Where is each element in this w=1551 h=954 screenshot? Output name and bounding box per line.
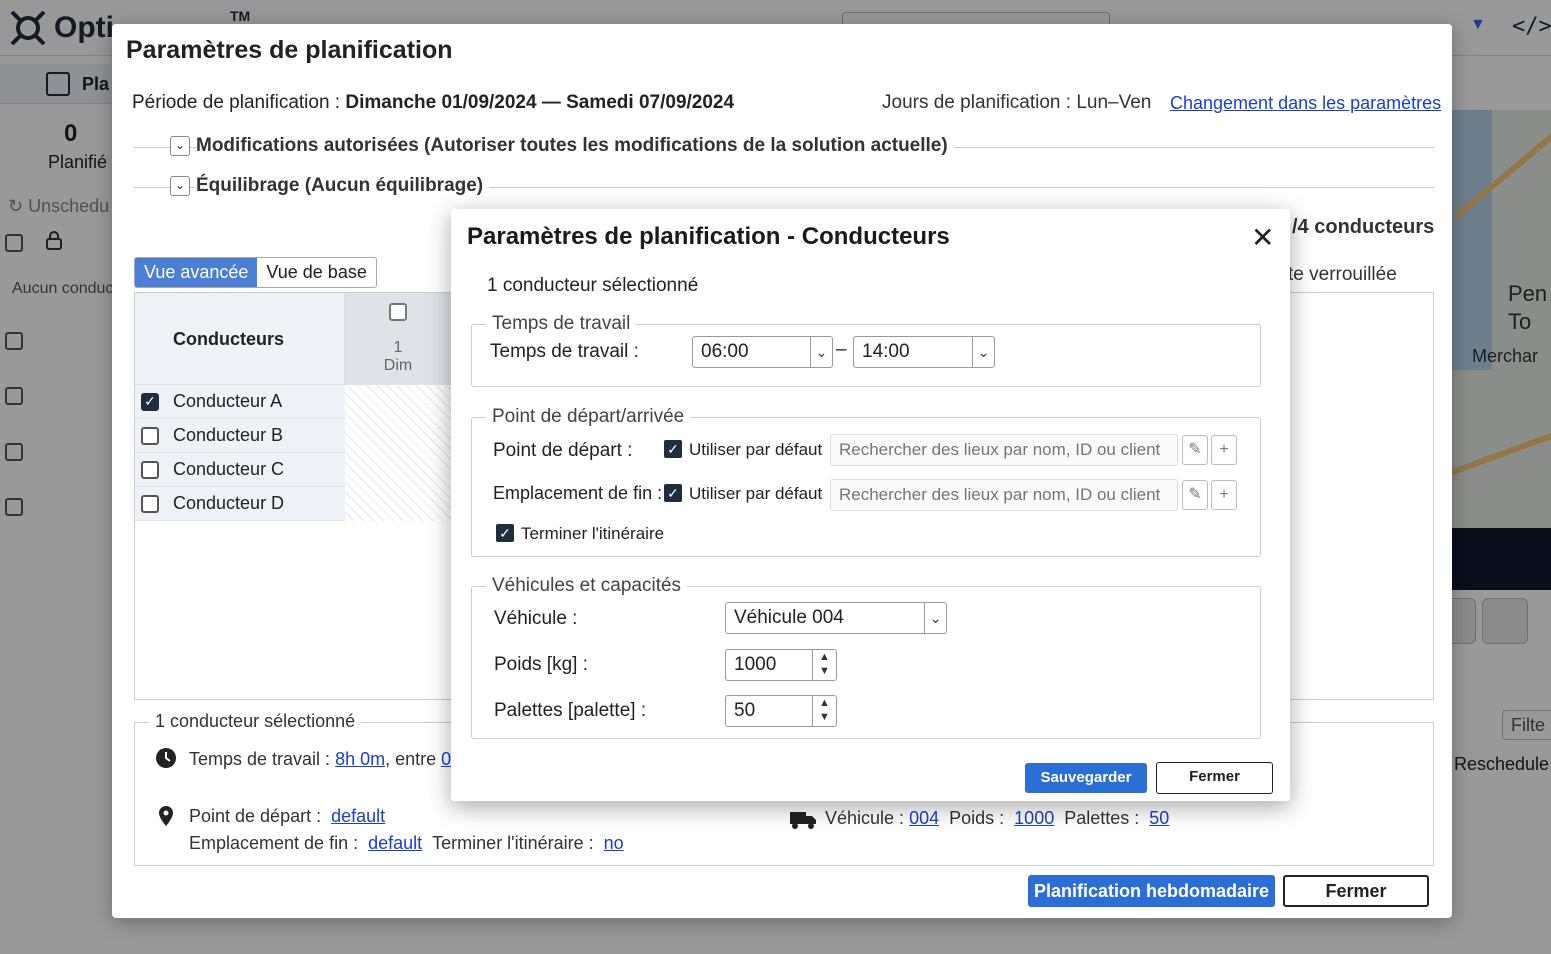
vehicle-label: Véhicule :	[494, 608, 578, 629]
driver-checkbox[interactable]	[141, 494, 159, 513]
driver-settings-dialog: Paramètres de planification - Conducteur…	[451, 209, 1290, 801]
driver-row[interactable]: Conducteur B	[135, 419, 345, 453]
day-checkbox[interactable]	[389, 303, 407, 321]
stepper-icon[interactable]: ▲ ▼	[812, 650, 836, 680]
summary-start-point: Point de départ : default	[189, 806, 386, 826]
start-end-group: Point de départ/arrivée Point de départ …	[471, 406, 1261, 557]
dialog-title: Paramètres de planification - Conducteur…	[467, 223, 950, 250]
driver-row[interactable]: ✓ Conducteur A	[135, 385, 345, 419]
chevron-down-icon[interactable]: ⌄	[170, 176, 190, 196]
summary-work-time: Temps de travail : 8h 0m, entre 06:	[189, 749, 466, 770]
finish-route-checkbox[interactable]: ✓	[496, 524, 514, 542]
weight-label: Poids [kg] :	[494, 654, 588, 675]
summary-vehicle: Véhicule : 004 Poids : 1000 Palettes : 5…	[825, 808, 1170, 828]
start-point-link[interactable]: default	[331, 806, 385, 826]
weekly-planning-button[interactable]: Planification hebdomadaire	[1028, 875, 1275, 907]
vehicles-group: Véhicules et capacités Véhicule : Véhicu…	[471, 575, 1261, 739]
close-icon[interactable]: ✕	[1251, 221, 1274, 254]
finish-route-label: Terminer l'itinéraire	[521, 524, 665, 543]
close-button[interactable]: Fermer	[1156, 762, 1273, 794]
edit-icon[interactable]: ✎	[1182, 435, 1208, 465]
day-column-header: 1 Dim	[345, 293, 451, 385]
finish-route-link[interactable]: no	[604, 833, 624, 853]
start-location-search[interactable]	[830, 434, 1178, 466]
stepper-icon[interactable]: ▲ ▼	[812, 696, 836, 726]
start-point-label: Point de départ :	[493, 440, 633, 461]
work-time-label: Temps de travail :	[490, 341, 639, 362]
group-legend: Point de départ/arrivée	[486, 406, 691, 428]
save-button[interactable]: Sauvegarder	[1025, 763, 1147, 793]
driver-name: Conducteur A	[173, 391, 283, 411]
vehicle-link[interactable]: 004	[909, 808, 939, 828]
grid-header-drivers: Conducteurs	[173, 329, 285, 349]
start-default-checkbox[interactable]: ✓	[664, 440, 682, 458]
drivers-count: /4 conducteurs	[1292, 216, 1435, 238]
pallets-label: Palettes [palette] :	[494, 700, 647, 721]
start-default-label: Utiliser par défaut	[689, 440, 823, 459]
pallets-link[interactable]: 50	[1149, 808, 1169, 828]
weight-input[interactable]: 1000 ▲ ▼	[725, 649, 837, 681]
clock-icon	[156, 748, 176, 768]
change-settings-link[interactable]: Changement dans les paramètres	[1170, 93, 1441, 114]
driver-name: Conducteur C	[173, 459, 285, 479]
day-number: 1	[393, 339, 403, 356]
view-toggle: Vue avancée Vue de base	[134, 257, 377, 288]
day-name: Dim	[383, 357, 413, 374]
end-location-link[interactable]: default	[368, 833, 422, 853]
truck-icon	[790, 812, 816, 829]
end-location-label: Emplacement de fin :	[493, 483, 663, 503]
driver-row[interactable]: Conducteur C	[135, 453, 345, 487]
plus-icon[interactable]: +	[1211, 480, 1237, 510]
chevron-down-icon: ⌄	[972, 337, 994, 367]
grid-header: Conducteurs	[135, 293, 345, 385]
selected-drivers-text: 1 conducteur sélectionné	[487, 275, 699, 296]
summary-end-location: Emplacement de fin : default Terminer l'…	[189, 833, 624, 853]
end-default-checkbox[interactable]: ✓	[664, 484, 682, 502]
end-default-label: Utiliser par défaut	[689, 484, 823, 503]
work-end-select[interactable]: 14:00 ⌄	[853, 336, 995, 368]
location-pin-icon	[159, 806, 173, 826]
vehicle-select[interactable]: Véhicule 004 ⌄	[725, 602, 947, 634]
locked-label: te verrouillée	[1288, 264, 1397, 285]
planning-period-value: Dimanche 01/09/2024 — Samedi 07/09/2024	[345, 92, 735, 113]
end-location-search[interactable]	[830, 479, 1178, 511]
planning-days: Jours de planification : Lun–Ven	[882, 92, 1152, 113]
work-time-link[interactable]: 8h 0m	[335, 749, 385, 769]
view-advanced-button[interactable]: Vue avancée	[135, 258, 258, 287]
pallets-input[interactable]: 50 ▲ ▼	[725, 695, 837, 727]
day-cells[interactable]	[345, 385, 451, 521]
driver-checkbox[interactable]	[141, 426, 159, 445]
driver-row[interactable]: Conducteur D	[135, 487, 345, 521]
time-separator: –	[836, 339, 847, 360]
section-balancing[interactable]: Équilibrage (Aucun équilibrage)	[196, 175, 490, 197]
outer-close-button[interactable]: Fermer	[1283, 875, 1429, 907]
dialog-title: Paramètres de planification	[126, 36, 453, 64]
summary-title: 1 conducteur sélectionné	[149, 711, 362, 732]
planning-period: Période de planification : Dimanche 01/0…	[132, 92, 735, 113]
group-legend: Temps de travail	[486, 313, 637, 335]
driver-checkbox[interactable]: ✓	[141, 392, 159, 411]
edit-icon[interactable]: ✎	[1182, 480, 1208, 510]
chevron-down-icon[interactable]: ⌄	[170, 136, 190, 156]
group-legend: Véhicules et capacités	[486, 575, 688, 597]
chevron-down-icon: ⌄	[924, 603, 946, 633]
section-modifications[interactable]: Modifications autorisées (Autoriser tout…	[196, 135, 954, 157]
chevron-down-icon: ⌄	[810, 337, 832, 367]
driver-name: Conducteur B	[173, 425, 284, 445]
view-basic-button[interactable]: Vue de base	[257, 258, 375, 287]
work-start-select[interactable]: 06:00 ⌄	[692, 336, 833, 368]
plus-icon[interactable]: +	[1211, 435, 1237, 465]
driver-checkbox[interactable]	[141, 460, 159, 479]
work-time-group: Temps de travail Temps de travail : 06:0…	[471, 313, 1261, 387]
driver-name: Conducteur D	[173, 493, 285, 513]
weight-link[interactable]: 1000	[1014, 808, 1054, 828]
